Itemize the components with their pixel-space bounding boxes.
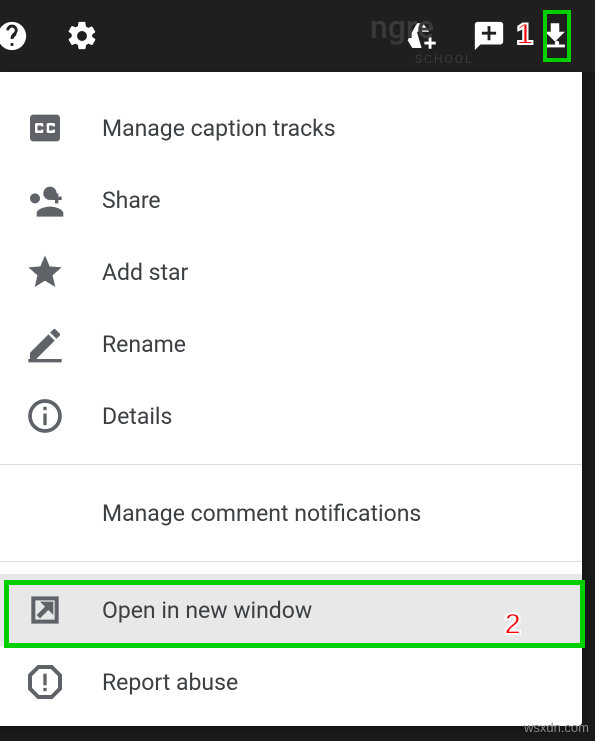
menu-item-label: Details xyxy=(102,403,172,430)
menu-item-add-star[interactable]: Add star xyxy=(0,236,582,308)
menu-item-label: Add star xyxy=(102,259,188,286)
menu-item-details[interactable]: Details xyxy=(0,380,582,452)
rename-icon xyxy=(24,323,66,365)
menu-item-label: Open in new window xyxy=(102,597,312,624)
menu-item-label: Share xyxy=(102,187,161,214)
menu-item-label: Manage caption tracks xyxy=(102,115,336,142)
menu-item-caption-tracks[interactable]: Manage caption tracks xyxy=(0,92,582,164)
report-icon xyxy=(24,661,66,703)
drive-add-icon[interactable] xyxy=(403,16,443,56)
menu-item-label: Report abuse xyxy=(102,669,238,696)
divider xyxy=(0,464,582,465)
menu-item-open-new-window[interactable]: Open in new window xyxy=(0,574,582,646)
cc-icon xyxy=(24,107,66,149)
comment-add-icon[interactable] xyxy=(469,16,509,56)
menu-item-comment-notifications[interactable]: Manage comment notifications xyxy=(0,477,582,549)
topbar: ngre SCHOOL xyxy=(0,0,595,72)
menu-item-label: Manage comment notifications xyxy=(102,500,421,527)
star-icon xyxy=(24,251,66,293)
topbar-left xyxy=(0,16,102,56)
help-icon[interactable] xyxy=(0,16,32,56)
dropdown-menu: Manage caption tracks Share Add star Ren… xyxy=(0,72,582,726)
settings-icon[interactable] xyxy=(62,16,102,56)
open-new-window-icon xyxy=(24,589,66,631)
menu-item-rename[interactable]: Rename xyxy=(0,308,582,380)
divider xyxy=(0,561,582,562)
menu-item-label: Rename xyxy=(102,331,186,358)
share-icon xyxy=(24,179,66,221)
info-icon xyxy=(24,395,66,437)
menu-item-report-abuse[interactable]: Report abuse xyxy=(0,646,582,718)
more-options-button[interactable] xyxy=(543,10,571,62)
menu-item-share[interactable]: Share xyxy=(0,164,582,236)
